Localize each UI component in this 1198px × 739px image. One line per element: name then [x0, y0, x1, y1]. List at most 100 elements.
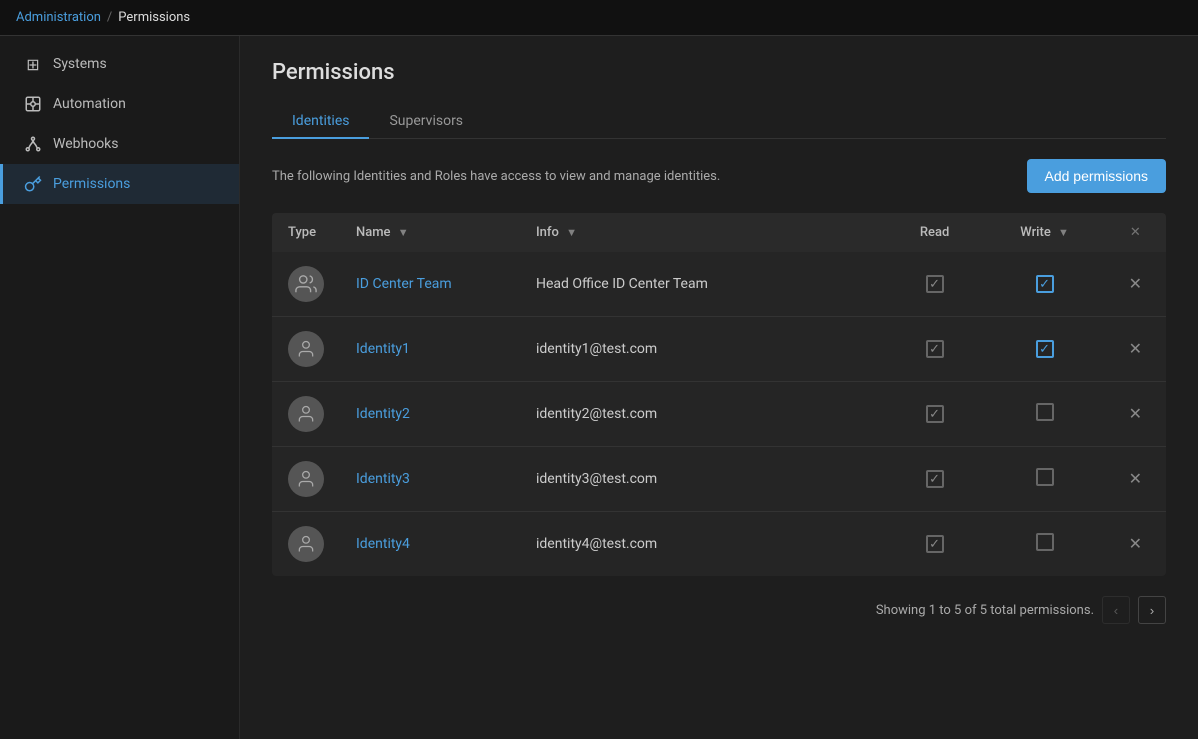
sidebar-item-webhooks[interactable]: Webhooks — [0, 124, 239, 164]
write-checkbox[interactable]: ✓ — [1036, 275, 1054, 293]
automation-icon — [23, 94, 43, 114]
name-link[interactable]: Identity2 — [356, 406, 410, 422]
read-checkbox[interactable]: ✓ — [926, 340, 944, 358]
cell-write — [985, 512, 1105, 577]
col-header-action: ✕ — [1105, 213, 1166, 252]
breadcrumb: Administration / Permissions — [0, 0, 1198, 36]
table-row: ID Center Team Head Office ID Center Tea… — [272, 252, 1166, 317]
col-header-write[interactable]: Write ▼ — [985, 213, 1105, 252]
cell-type — [272, 317, 340, 382]
next-page-button[interactable]: › — [1138, 596, 1166, 624]
cell-type — [272, 252, 340, 317]
systems-icon: ⊞ — [23, 54, 43, 74]
cell-read: ✓ — [885, 512, 985, 577]
breadcrumb-parent[interactable]: Administration — [16, 10, 101, 25]
description-row: The following Identities and Roles have … — [272, 159, 1166, 193]
cell-name: Identity3 — [340, 447, 520, 512]
delete-button[interactable]: ✕ — [1121, 335, 1150, 363]
read-checkbox[interactable]: ✓ — [926, 470, 944, 488]
read-checkbox[interactable]: ✓ — [926, 275, 944, 293]
cell-name: Identity4 — [340, 512, 520, 577]
table-row: Identity1 identity1@test.com ✓ ✓ ✕ — [272, 317, 1166, 382]
page-title: Permissions — [272, 60, 1166, 85]
sidebar-item-label: Systems — [53, 56, 107, 72]
delete-button[interactable]: ✕ — [1121, 465, 1150, 493]
cell-type — [272, 382, 340, 447]
avatar — [288, 461, 324, 497]
write-checkbox[interactable] — [1036, 403, 1054, 421]
avatar — [288, 266, 324, 302]
webhooks-icon — [23, 134, 43, 154]
tab-supervisors[interactable]: Supervisors — [369, 105, 483, 139]
write-checkbox[interactable] — [1036, 533, 1054, 551]
tab-identities[interactable]: Identities — [272, 105, 369, 139]
cell-action: ✕ — [1105, 512, 1166, 577]
cell-info: identity4@test.com — [520, 512, 885, 577]
cell-info: Head Office ID Center Team — [520, 252, 885, 317]
cell-action: ✕ — [1105, 382, 1166, 447]
cell-name: ID Center Team — [340, 252, 520, 317]
cell-info: identity3@test.com — [520, 447, 885, 512]
cell-info: identity2@test.com — [520, 382, 885, 447]
add-permissions-button[interactable]: Add permissions — [1027, 159, 1167, 193]
table-header-row: Type Name ▼ Info ▼ Read — [272, 213, 1166, 252]
avatar — [288, 526, 324, 562]
cell-info: identity1@test.com — [520, 317, 885, 382]
cell-name: Identity1 — [340, 317, 520, 382]
cell-action: ✕ — [1105, 317, 1166, 382]
sidebar-item-automation[interactable]: Automation — [0, 84, 239, 124]
col-header-read: Read — [885, 213, 985, 252]
sidebar-item-label: Webhooks — [53, 136, 119, 152]
cell-action: ✕ — [1105, 252, 1166, 317]
name-filter-icon[interactable]: ▼ — [398, 226, 409, 239]
name-link[interactable]: Identity3 — [356, 471, 410, 487]
name-link[interactable]: ID Center Team — [356, 276, 452, 292]
col-header-name[interactable]: Name ▼ — [340, 213, 520, 252]
breadcrumb-current: Permissions — [118, 10, 190, 25]
sidebar-item-systems[interactable]: ⊞ Systems — [0, 44, 239, 84]
sidebar: ⊞ Systems Automation Webhooks — [0, 36, 240, 739]
cell-write: ✓ — [985, 317, 1105, 382]
avatar — [288, 331, 324, 367]
breadcrumb-separator: / — [107, 10, 112, 25]
description-text: The following Identities and Roles have … — [272, 169, 720, 184]
sidebar-item-label: Permissions — [53, 176, 130, 192]
main-content: Permissions Identities Supervisors The f… — [240, 36, 1198, 739]
col-header-type: Type — [272, 213, 340, 252]
cell-type — [272, 512, 340, 577]
delete-button[interactable]: ✕ — [1121, 270, 1150, 298]
cell-action: ✕ — [1105, 447, 1166, 512]
action-header-icon: ✕ — [1130, 225, 1141, 240]
cell-read: ✓ — [885, 252, 985, 317]
info-filter-icon[interactable]: ▼ — [566, 226, 577, 239]
read-checkbox[interactable]: ✓ — [926, 405, 944, 423]
delete-button[interactable]: ✕ — [1121, 400, 1150, 428]
cell-read: ✓ — [885, 447, 985, 512]
write-checkbox[interactable] — [1036, 468, 1054, 486]
sidebar-item-permissions[interactable]: Permissions — [0, 164, 239, 204]
pagination-text: Showing 1 to 5 of 5 total permissions. — [876, 603, 1094, 618]
permissions-table-wrapper: Type Name ▼ Info ▼ Read — [272, 213, 1166, 576]
cell-name: Identity2 — [340, 382, 520, 447]
prev-page-button[interactable]: ‹ — [1102, 596, 1130, 624]
permissions-icon — [23, 174, 43, 194]
cell-read: ✓ — [885, 382, 985, 447]
table-row: Identity4 identity4@test.com ✓ ✕ — [272, 512, 1166, 577]
cell-read: ✓ — [885, 317, 985, 382]
name-link[interactable]: Identity4 — [356, 536, 410, 552]
table-row: Identity3 identity3@test.com ✓ ✕ — [272, 447, 1166, 512]
read-checkbox[interactable]: ✓ — [926, 535, 944, 553]
pagination: Showing 1 to 5 of 5 total permissions. ‹… — [272, 596, 1166, 624]
cell-type — [272, 447, 340, 512]
cell-write — [985, 447, 1105, 512]
write-checkbox[interactable]: ✓ — [1036, 340, 1054, 358]
delete-button[interactable]: ✕ — [1121, 530, 1150, 558]
name-link[interactable]: Identity1 — [356, 341, 410, 357]
tabs-container: Identities Supervisors — [272, 105, 1166, 139]
sidebar-item-label: Automation — [53, 96, 126, 112]
avatar — [288, 396, 324, 432]
cell-write — [985, 382, 1105, 447]
col-header-info[interactable]: Info ▼ — [520, 213, 885, 252]
write-filter-icon[interactable]: ▼ — [1058, 226, 1069, 239]
permissions-table: Type Name ▼ Info ▼ Read — [272, 213, 1166, 576]
